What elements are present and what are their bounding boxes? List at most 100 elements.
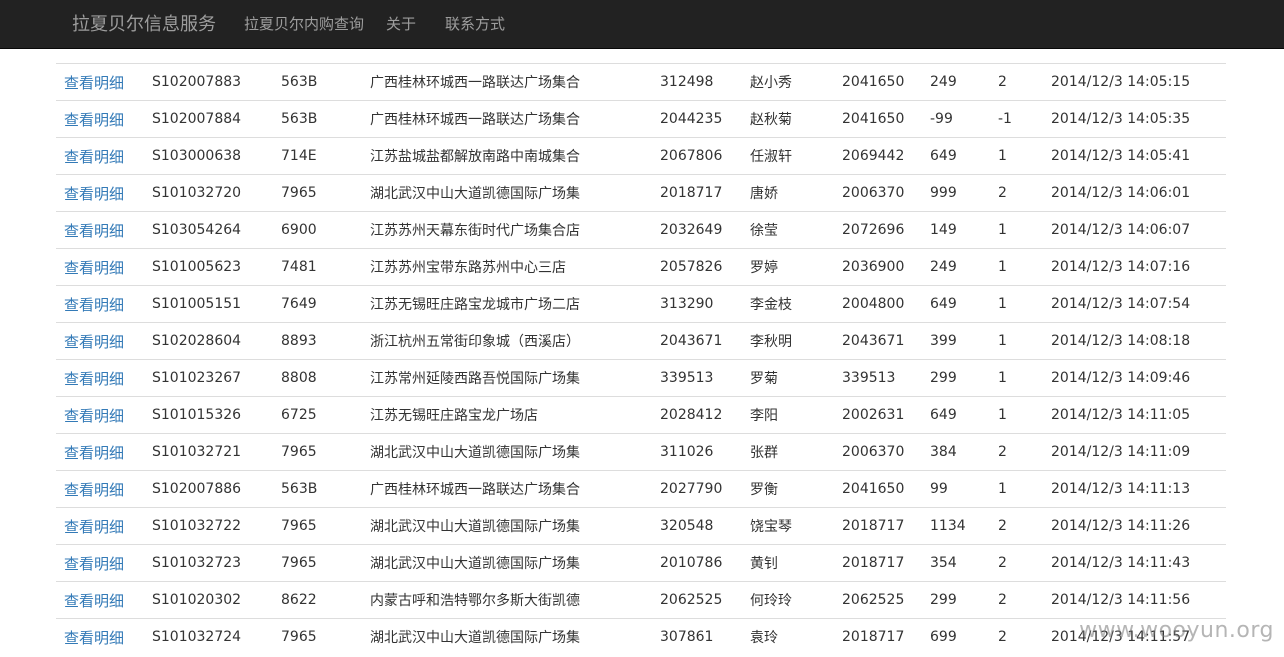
view-detail-link[interactable]: 查看明细 [64,370,124,388]
nav-link-about[interactable]: 关于 [386,0,416,49]
store-name-cell: 湖北武汉中山大道凯德国际广场集 [362,618,652,655]
store-code-cell: 563B [273,63,362,101]
store-name-cell: 江苏苏州天幕东街时代广场集合店 [362,211,652,249]
store-name-cell: 湖北武汉中山大道凯德国际广场集 [362,174,652,212]
amount-cell: 384 [922,433,990,471]
table-row: 查看明细 S101032724 7965 湖北武汉中山大道凯德国际广场集 307861 袁… [56,618,1227,655]
table-row: 查看明细 S101023267 8808 江苏常州延陵西路吾悦国际广场集 339513 罗… [56,359,1227,397]
quantity-cell: 1 [990,322,1043,360]
detail-link-cell: 查看明细 [56,507,144,545]
nav-link-contact[interactable]: 联系方式 [445,0,505,49]
timestamp-cell: 2014/12/3 14:06:07 [1043,211,1227,249]
order-id-cell: S101032724 [144,618,273,655]
buyer-id-cell: 2018717 [834,544,922,582]
detail-link-cell: 查看明细 [56,174,144,212]
view-detail-link[interactable]: 查看明细 [64,592,124,610]
employee-name-cell: 饶宝琴 [742,507,834,545]
store-name-cell: 江苏盐城盐都解放南路中南城集合 [362,137,652,175]
store-code-cell: 8808 [273,359,362,397]
store-code-cell: 6725 [273,396,362,434]
order-id-cell: S101015326 [144,396,273,434]
employee-id-cell: 312498 [652,63,742,101]
timestamp-cell: 2014/12/3 14:11:09 [1043,433,1227,471]
view-detail-link[interactable]: 查看明细 [64,333,124,351]
quantity-cell: 2 [990,581,1043,619]
store-name-cell: 湖北武汉中山大道凯德国际广场集 [362,507,652,545]
nav-link-purchase-query[interactable]: 拉夏贝尔内购查询 [244,0,364,49]
view-detail-link[interactable]: 查看明细 [64,481,124,499]
store-name-cell: 湖北武汉中山大道凯德国际广场集 [362,433,652,471]
view-detail-link[interactable]: 查看明细 [64,148,124,166]
amount-cell: -99 [922,100,990,138]
view-detail-link[interactable]: 查看明细 [64,259,124,277]
table-row: 查看明细 S102007884 563B 广西桂林环城西一路联达广场集合 2044235… [56,100,1227,138]
employee-name-cell: 罗衡 [742,470,834,508]
employee-id-cell: 2018717 [652,174,742,212]
employee-name-cell: 何玲玲 [742,581,834,619]
records-table-container: 查看明细 S102007883 563B 广西桂林环城西一路联达广场集合 312498 赵… [56,26,1227,655]
store-name-cell: 浙江杭州五常街印象城（西溪店） [362,322,652,360]
employee-name-cell: 唐娇 [742,174,834,212]
table-row: 查看明细 S102007886 563B 广西桂林环城西一路联达广场集合 2027790… [56,470,1227,508]
table-row: 查看明细 S101005623 7481 江苏苏州宝带东路苏州中心三店 2057826 罗… [56,248,1227,286]
detail-link-cell: 查看明细 [56,433,144,471]
buyer-id-cell: 2043671 [834,322,922,360]
timestamp-cell: 2014/12/3 14:09:46 [1043,359,1227,397]
store-name-cell: 江苏无锡旺庄路宝龙广场店 [362,396,652,434]
order-id-cell: S101005623 [144,248,273,286]
table-row: 查看明细 S102007883 563B 广西桂林环城西一路联达广场集合 312498 赵… [56,63,1227,101]
timestamp-cell: 2014/12/3 14:11:43 [1043,544,1227,582]
employee-name-cell: 罗婷 [742,248,834,286]
employee-id-cell: 2028412 [652,396,742,434]
view-detail-link[interactable]: 查看明细 [64,222,124,240]
timestamp-cell: 2014/12/3 14:11:05 [1043,396,1227,434]
brand-link[interactable]: 拉夏贝尔信息服务 [72,0,216,49]
store-code-cell: 7965 [273,174,362,212]
view-detail-link[interactable]: 查看明细 [64,555,124,573]
timestamp-cell: 2014/12/3 14:08:18 [1043,322,1227,360]
view-detail-link[interactable]: 查看明细 [64,407,124,425]
detail-link-cell: 查看明细 [56,137,144,175]
quantity-cell: 1 [990,359,1043,397]
timestamp-cell: 2014/12/3 14:11:56 [1043,581,1227,619]
employee-name-cell: 任淑轩 [742,137,834,175]
view-detail-link[interactable]: 查看明细 [64,185,124,203]
quantity-cell: -1 [990,100,1043,138]
table-row: 查看明细 S101015326 6725 江苏无锡旺庄路宝龙广场店 2028412 李阳 2… [56,396,1227,434]
order-id-cell: S101032723 [144,544,273,582]
store-name-cell: 江苏常州延陵西路吾悦国际广场集 [362,359,652,397]
table-row: 查看明细 S103000638 714E 江苏盐城盐都解放南路中南城集合 2067806… [56,137,1227,175]
view-detail-link[interactable]: 查看明细 [64,111,124,129]
amount-cell: 999 [922,174,990,212]
buyer-id-cell: 2041650 [834,470,922,508]
amount-cell: 249 [922,248,990,286]
store-code-cell: 7481 [273,248,362,286]
view-detail-link[interactable]: 查看明细 [64,444,124,462]
quantity-cell: 2 [990,63,1043,101]
employee-id-cell: 2043671 [652,322,742,360]
view-detail-link[interactable]: 查看明细 [64,296,124,314]
detail-link-cell: 查看明细 [56,322,144,360]
detail-link-cell: 查看明细 [56,248,144,286]
view-detail-link[interactable]: 查看明细 [64,629,124,647]
employee-name-cell: 张群 [742,433,834,471]
quantity-cell: 1 [990,396,1043,434]
quantity-cell: 1 [990,285,1043,323]
store-name-cell: 广西桂林环城西一路联达广场集合 [362,470,652,508]
order-id-cell: S102007884 [144,100,273,138]
store-code-cell: 7649 [273,285,362,323]
buyer-id-cell: 2072696 [834,211,922,249]
detail-link-cell: 查看明细 [56,100,144,138]
table-row: 查看明细 S101032723 7965 湖北武汉中山大道凯德国际广场集 2010786… [56,544,1227,582]
buyer-id-cell: 2041650 [834,63,922,101]
quantity-cell: 2 [990,618,1043,655]
amount-cell: 649 [922,137,990,175]
employee-name-cell: 赵小秀 [742,63,834,101]
view-detail-link[interactable]: 查看明细 [64,518,124,536]
view-detail-link[interactable]: 查看明细 [64,74,124,92]
employee-name-cell: 袁玲 [742,618,834,655]
detail-link-cell: 查看明细 [56,63,144,101]
employee-id-cell: 320548 [652,507,742,545]
amount-cell: 299 [922,359,990,397]
store-code-cell: 714E [273,137,362,175]
